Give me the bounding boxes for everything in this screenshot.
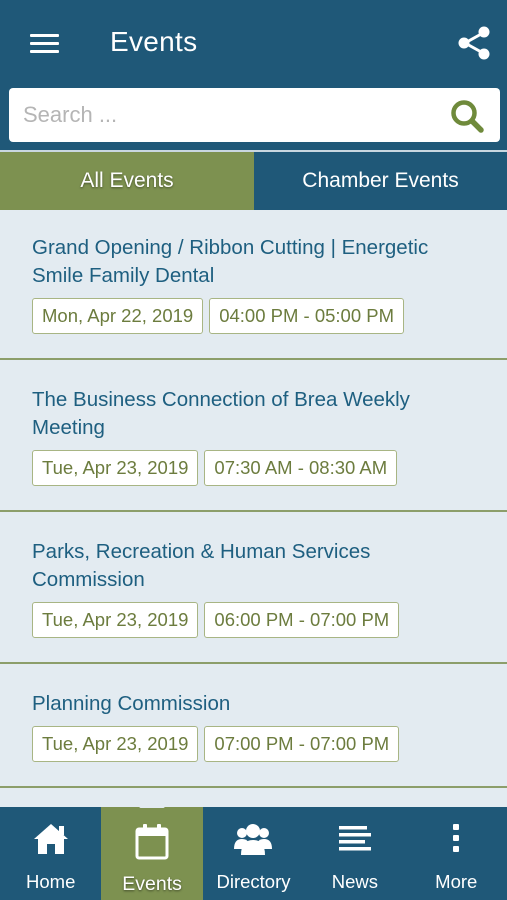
event-item[interactable]: Grand Opening / Ribbon Cutting | Energet… bbox=[0, 208, 507, 360]
search-bar bbox=[0, 86, 507, 150]
event-date: Tue, Apr 23, 2019 bbox=[32, 450, 199, 486]
nav-more[interactable]: More bbox=[406, 807, 507, 900]
event-item[interactable]: Parks, Recreation & Human Services Commi… bbox=[0, 512, 507, 664]
nav-news-label: News bbox=[331, 871, 378, 892]
nav-directory[interactable]: Directory bbox=[203, 807, 304, 900]
calendar-icon bbox=[135, 824, 169, 860]
event-date: Tue, Apr 23, 2019 bbox=[32, 726, 199, 762]
event-item[interactable]: The Business Connection of Brea Weekly M… bbox=[0, 360, 507, 512]
event-title: Planning Commission bbox=[32, 692, 231, 715]
app-bar: Events bbox=[0, 0, 507, 86]
event-tabs: All Events Chamber Events bbox=[0, 150, 507, 210]
nav-directory-label: Directory bbox=[216, 871, 291, 892]
event-date: Mon, Apr 22, 2019 bbox=[32, 298, 204, 334]
nav-events[interactable]: Events bbox=[101, 799, 203, 900]
event-date: Tue, Apr 23, 2019 bbox=[32, 602, 199, 638]
people-icon bbox=[234, 824, 273, 855]
event-item[interactable]: Planning Commission Tue, Apr 23, 2019 07… bbox=[0, 664, 507, 788]
menu-icon[interactable] bbox=[30, 32, 60, 54]
home-icon bbox=[33, 824, 68, 854]
event-title: Parks, Recreation & Human Services Commi… bbox=[32, 540, 371, 591]
active-indicator bbox=[139, 799, 166, 808]
nav-home-label: Home bbox=[26, 871, 76, 892]
event-time: 07:30 AM - 08:30 AM bbox=[204, 450, 398, 486]
event-time: 07:00 PM - 07:00 PM bbox=[204, 726, 400, 762]
bottom-nav: Home Events Directory News More bbox=[0, 799, 507, 900]
nav-home[interactable]: Home bbox=[0, 807, 101, 900]
nav-more-label: More bbox=[435, 871, 478, 892]
page-title: Events bbox=[110, 26, 198, 57]
more-vertical-icon bbox=[453, 824, 460, 852]
search-icon[interactable] bbox=[449, 98, 485, 134]
nav-events-label: Events bbox=[122, 873, 182, 895]
tab-all-events[interactable]: All Events bbox=[0, 152, 254, 210]
event-time: 06:00 PM - 07:00 PM bbox=[204, 602, 400, 638]
search-input[interactable] bbox=[23, 96, 443, 134]
event-list: Grand Opening / Ribbon Cutting | Energet… bbox=[0, 208, 507, 788]
search-box bbox=[9, 88, 500, 142]
share-icon[interactable] bbox=[456, 25, 492, 61]
tab-chamber-events[interactable]: Chamber Events bbox=[254, 152, 507, 210]
event-time: 04:00 PM - 05:00 PM bbox=[209, 298, 405, 334]
event-title: Grand Opening / Ribbon Cutting | Energet… bbox=[32, 236, 429, 287]
nav-news[interactable]: News bbox=[304, 807, 405, 900]
news-lines-icon bbox=[338, 826, 371, 851]
event-title: The Business Connection of Brea Weekly M… bbox=[32, 388, 410, 439]
